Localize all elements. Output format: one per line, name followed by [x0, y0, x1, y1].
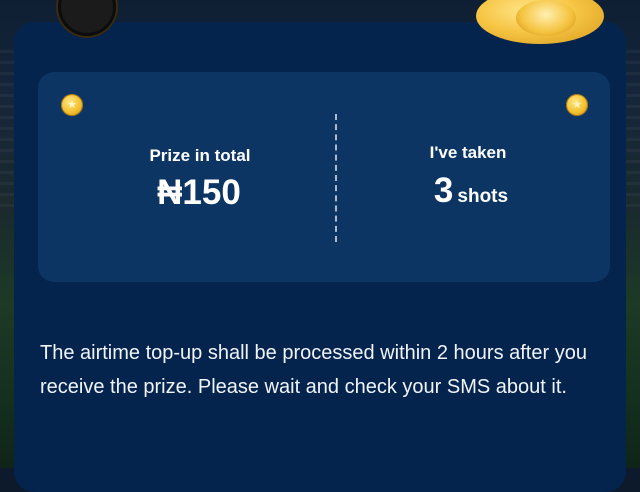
airtime-notice: The airtime top-up shall be processed wi…: [40, 342, 587, 398]
prize-label: Prize in total: [149, 146, 251, 165]
stats-card: ★ ★ Prize in total ₦150 I've taken 3 shot…: [38, 72, 610, 282]
coin-stack-image: [476, 0, 604, 44]
avatar: [58, 0, 116, 36]
shots-label: I've taken: [429, 143, 507, 162]
shots-count: 3: [433, 171, 454, 210]
prize-stat: Prize in total ₦150: [38, 72, 334, 282]
shots-value: 3 shots: [312, 171, 630, 211]
shots-unit: shots: [457, 186, 509, 207]
prize-value: ₦150: [157, 173, 241, 212]
shots-stat: I've taken 3 shots: [334, 72, 630, 282]
